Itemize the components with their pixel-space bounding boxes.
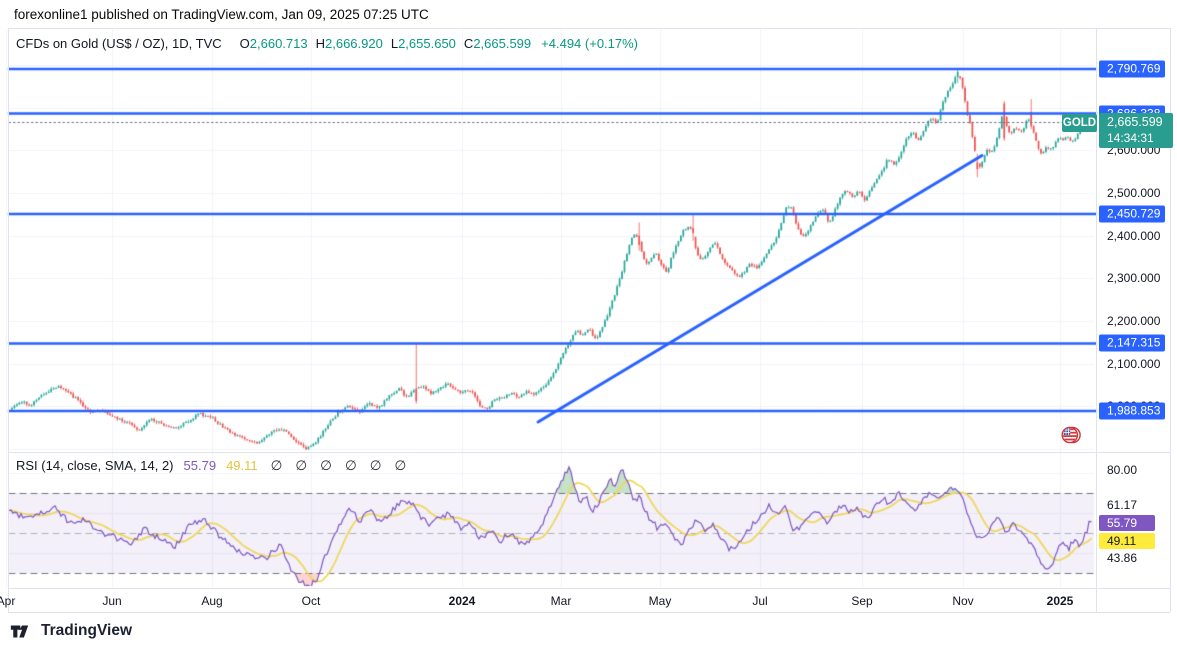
current-price-value: 2,665.599 (1107, 115, 1163, 129)
ohlc-open-value: 2,660.713 (249, 36, 308, 51)
price-scale-label: 2,300.000 (1107, 271, 1161, 286)
rsi-hidden-plot-symbol: ∅ (344, 458, 357, 473)
rsi-value: 55.79 (183, 458, 217, 473)
tradingview-chart-screenshot: forexonline1 published on TradingView.co… (0, 0, 1177, 650)
price-level-label: 2,147.315 (1099, 334, 1165, 352)
rsi-hidden-plot-symbol: ∅ (369, 458, 382, 473)
chart-frame-bottom (8, 612, 1170, 613)
rsi-empty-values: ∅ ∅ ∅ ∅ ∅ ∅ (258, 458, 407, 473)
price-change: +4.494 (+0.17%) (541, 36, 639, 51)
current-price-label: 2,665.599 14:34:31 (1099, 113, 1173, 148)
time-axis-label: Oct (301, 594, 321, 608)
chart-frame-top (8, 28, 1170, 29)
tradingview-brand-text: TradingView (41, 622, 133, 639)
rsi-hidden-plot-symbol: ∅ (295, 458, 308, 473)
time-axis-label: 2025 (1046, 594, 1074, 608)
time-axis-label: Mar (550, 594, 572, 608)
footer-brand[interactable]: TradingView (10, 622, 132, 640)
rsi-legend[interactable]: RSI (14, close, SMA, 14, 2) 55.79 49.11 ∅ ∅ ∅… (16, 458, 406, 474)
ohlc-high-key: H (315, 36, 325, 51)
rsi-hidden-plot-symbol: ∅ (320, 458, 332, 473)
rsi-scale-value-label: 55.79 (1099, 515, 1155, 531)
time-axis-label: Nov (952, 594, 974, 608)
time-axis-label: Jul (752, 594, 768, 608)
pane-separator[interactable] (8, 452, 1170, 453)
price-scale-label: 2,500.000 (1107, 186, 1161, 200)
time-axis-label: Jun (102, 594, 122, 608)
time-axis-label: 2024 (448, 594, 476, 608)
chart-canvas[interactable] (0, 0, 1177, 650)
countdown-timer: 14:34:31 (1107, 131, 1154, 145)
symbol-legend[interactable]: CFDs on Gold (US$ / OZ), 1D, TVC O2,660.7… (16, 36, 638, 51)
rsi-scale-label: 61.17 (1107, 498, 1138, 512)
symbol-title[interactable]: CFDs on Gold (US$ / OZ), 1D, TVC (16, 36, 222, 51)
rsi-ma-scale-value-label: 49.11 (1099, 533, 1155, 549)
tradingview-icon (10, 625, 29, 637)
chart-frame-left (8, 28, 9, 612)
price-level-label: 2,790.769 (1099, 60, 1165, 78)
ohlc-low-value: 2,655.650 (398, 36, 456, 51)
ohlc-close-key: C (463, 36, 474, 51)
time-axis-label: Aug (201, 594, 223, 608)
time-axis-label: Apr (0, 594, 16, 608)
ohlc-close-value: 2,665.599 (473, 36, 532, 51)
published-attribution: forexonline1 published on TradingView.co… (14, 7, 429, 22)
price-level-label: 1,988.853 (1099, 402, 1165, 420)
time-axis-label: Sep (851, 594, 873, 608)
rsi-ma-value: 49.11 (226, 458, 258, 473)
rsi-hidden-plot-symbol: ∅ (270, 458, 283, 473)
rsi-title[interactable]: RSI (14, close, SMA, 14, 2) (16, 458, 174, 473)
time-axis-label: May (648, 594, 672, 608)
price-scale-label: 2,200.000 (1107, 313, 1161, 328)
ohlc-open-key: O (239, 36, 250, 51)
rsi-scale-label: 80.00 (1107, 463, 1138, 477)
price-scale-label: 2,100.000 (1107, 356, 1161, 371)
forexonline-flag-icon (1061, 426, 1081, 444)
price-scale-label: 2,400.000 (1107, 228, 1161, 243)
symbol-flag-label[interactable]: GOLD (1062, 114, 1097, 132)
rsi-hidden-plot-symbol: ∅ (394, 458, 407, 473)
rsi-scale-label: 43.86 (1107, 551, 1138, 565)
price-level-label: 2,450.729 (1099, 205, 1165, 223)
ohlc-low-key: L (390, 36, 399, 51)
ohlc-high-value: 2,666.920 (325, 36, 383, 51)
